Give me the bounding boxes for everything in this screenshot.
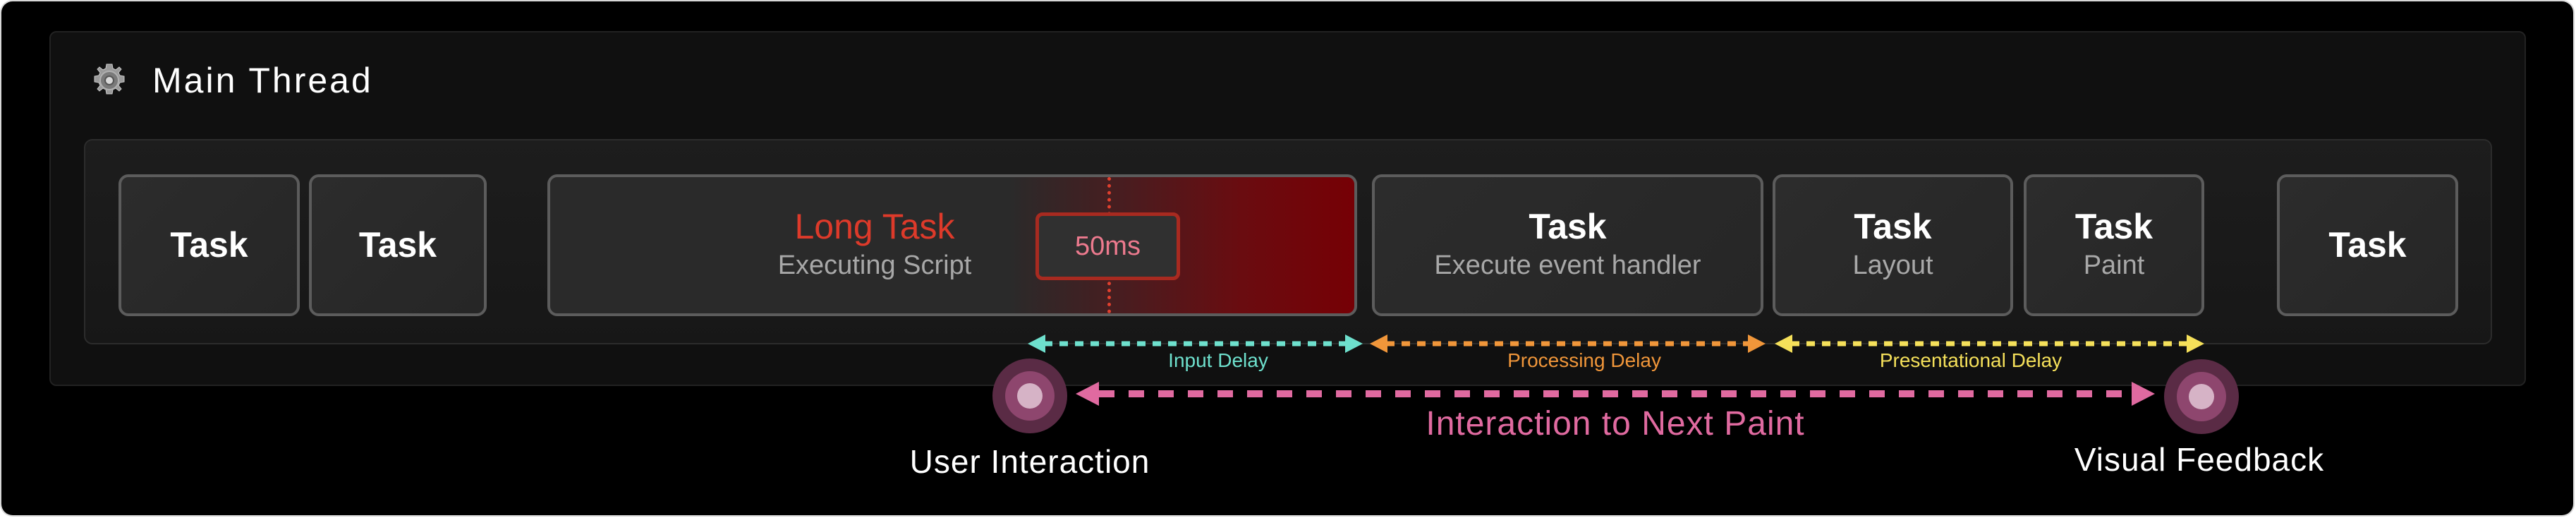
user-interaction-marker [992, 359, 1067, 433]
visual-feedback-marker [2164, 359, 2239, 434]
input-delay-label: Input Delay [1168, 349, 1268, 371]
visual-feedback-label: Visual Feedback [2074, 441, 2325, 478]
processing-delay-label: Processing Delay [1507, 349, 1661, 371]
presentational-delay-label: Presentational Delay [1879, 349, 2062, 371]
inp-arrow [1076, 382, 2155, 406]
inp-label: Interaction to Next Paint [1426, 405, 1805, 442]
user-interaction-label: User Interaction [909, 443, 1150, 480]
